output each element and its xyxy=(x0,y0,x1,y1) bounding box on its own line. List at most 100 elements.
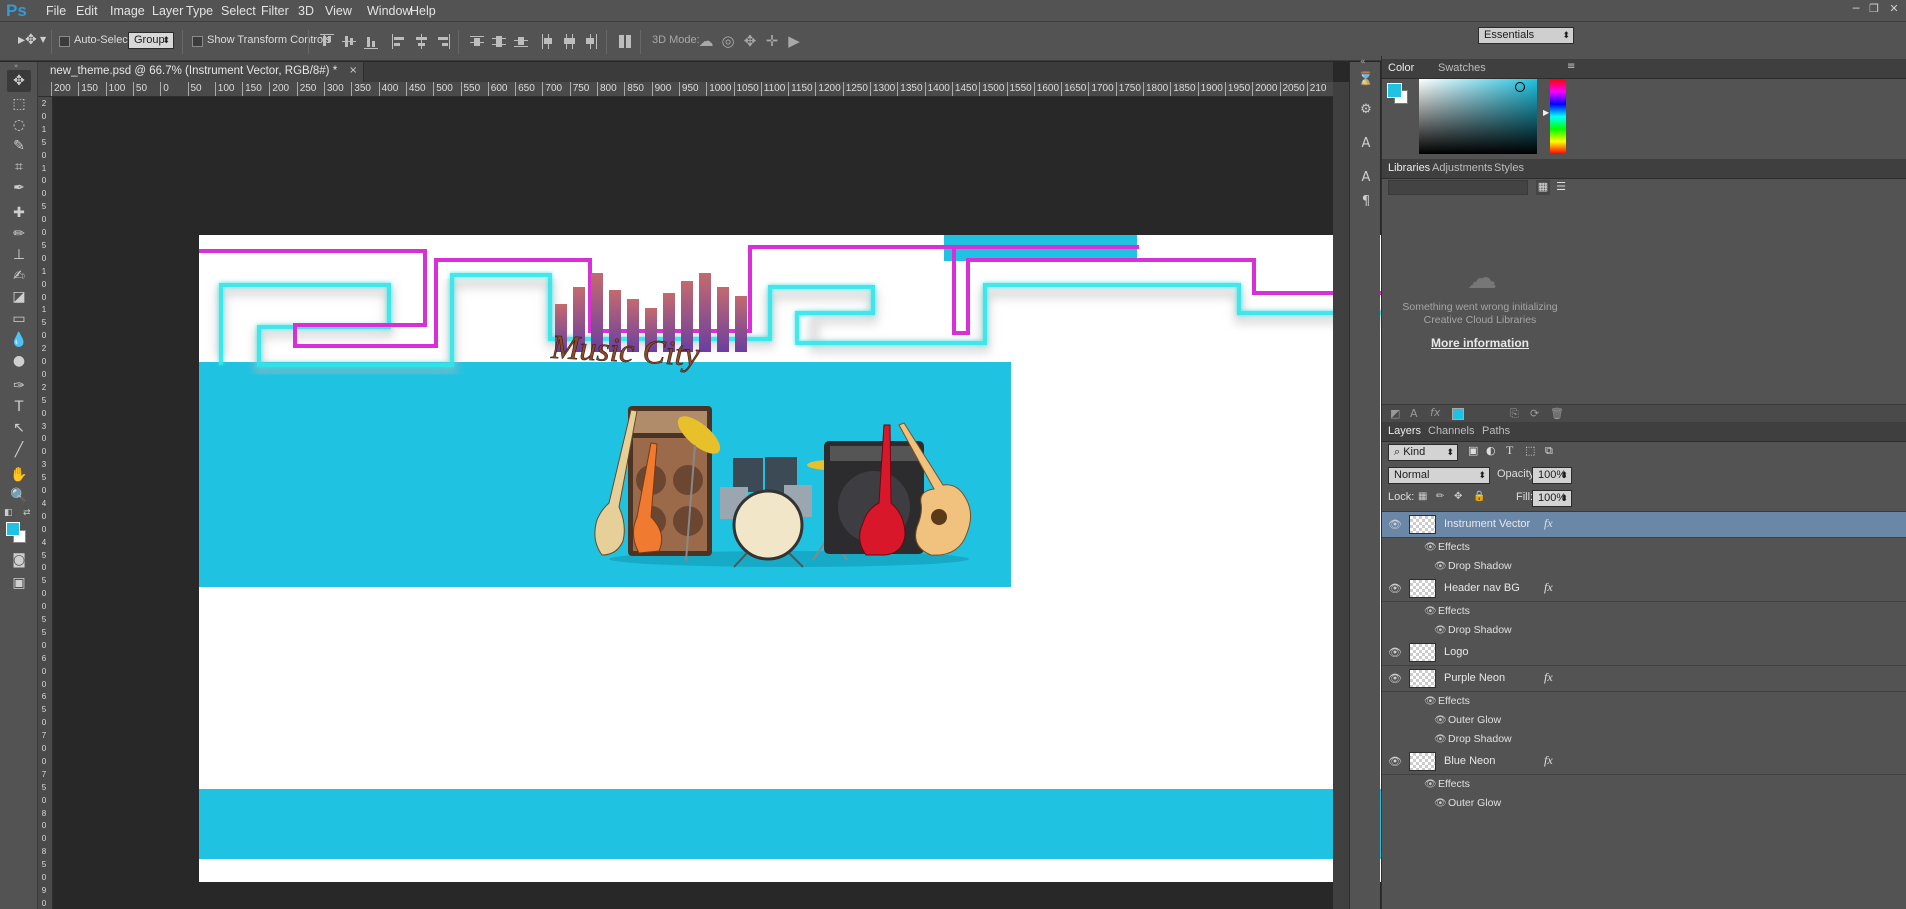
3d-drag-icon[interactable]: ✥ xyxy=(741,32,759,50)
list-view-icon[interactable]: ☰ xyxy=(1554,180,1568,195)
align-bottom-icon[interactable] xyxy=(364,34,378,49)
effects-eye-icon[interactable]: 👁 xyxy=(1424,779,1437,790)
opacity-input[interactable]: 100% xyxy=(1532,467,1572,484)
chevron-down-icon[interactable]: ▼ xyxy=(40,35,46,44)
add-graphic-icon[interactable]: ◩ xyxy=(1390,407,1400,420)
add-char-style-icon[interactable]: A xyxy=(1410,407,1418,420)
3d-rotate-icon[interactable]: ☁ xyxy=(697,32,715,50)
line-tool-icon[interactable]: ╱ xyxy=(7,439,31,461)
effect-eye-icon[interactable]: 👁 xyxy=(1434,798,1447,809)
effects-row[interactable]: 👁 Effects xyxy=(1382,692,1906,711)
menu-window[interactable]: Window xyxy=(367,0,411,22)
visibility-eye-icon[interactable]: 👁 xyxy=(1388,582,1402,595)
minimize-icon[interactable]: ─ xyxy=(1848,2,1864,16)
layer-row-purple-neon[interactable]: 👁 Purple Neon fx xyxy=(1382,666,1906,692)
char-style-icon[interactable]: A xyxy=(1356,168,1376,188)
effects-row[interactable]: 👁 Effects xyxy=(1382,538,1906,557)
menu-file[interactable]: File xyxy=(46,0,66,22)
grid-view-icon[interactable]: ▦ xyxy=(1536,180,1550,195)
brush-tool-icon[interactable]: ✏ xyxy=(7,223,31,245)
filter-smart-object-icon[interactable]: ⧉ xyxy=(1545,444,1553,458)
move-tool-preset-icon[interactable]: ▸✥ xyxy=(18,32,37,48)
filter-shape-icon[interactable]: ⬚ xyxy=(1525,444,1535,457)
document-canvas[interactable]: Music City xyxy=(199,235,1479,882)
type-tool-icon[interactable]: T xyxy=(7,396,31,418)
menu-help[interactable]: Help xyxy=(410,0,436,22)
close-icon[interactable]: ✕ xyxy=(1886,2,1902,16)
lock-all-icon[interactable]: 🔒 xyxy=(1473,491,1485,502)
color-picker-handle[interactable] xyxy=(1515,82,1525,92)
collapse-icon[interactable]: » xyxy=(14,62,18,70)
align-top-icon[interactable] xyxy=(320,34,334,49)
lock-transparent-icon[interactable]: ▦ xyxy=(1418,491,1427,502)
layer-row-header-nav-bg[interactable]: 👁 Header nav BG fx xyxy=(1382,576,1906,602)
tab-styles[interactable]: Styles xyxy=(1494,159,1524,177)
layer-row-logo[interactable]: 👁 Logo xyxy=(1382,640,1906,666)
effect-row[interactable]: 👁 Drop Shadow xyxy=(1382,557,1906,576)
menu-image[interactable]: Image xyxy=(110,0,145,22)
visibility-eye-icon[interactable]: 👁 xyxy=(1388,672,1402,685)
dodge-tool-icon[interactable]: ● xyxy=(7,350,31,372)
tab-paths[interactable]: Paths xyxy=(1482,422,1510,440)
color-field[interactable] xyxy=(1419,79,1537,154)
hue-slider[interactable] xyxy=(1550,79,1566,154)
properties-icon[interactable]: ⚙ xyxy=(1356,100,1376,120)
effect-row[interactable]: 👁 Outer Glow xyxy=(1382,794,1906,813)
eraser-tool-icon[interactable]: ◪ xyxy=(7,286,31,308)
fx-icon[interactable]: fx xyxy=(1544,580,1553,595)
layer-filter-kind[interactable]: ⌕ Kind xyxy=(1388,444,1458,461)
menu-type[interactable]: Type xyxy=(186,0,213,22)
menu-edit[interactable]: Edit xyxy=(76,0,98,22)
fx-icon[interactable]: fx xyxy=(1544,516,1553,531)
effect-row[interactable]: 👁 Outer Glow xyxy=(1382,711,1906,730)
lasso-tool-icon[interactable]: ◌ xyxy=(7,114,31,136)
effects-eye-icon[interactable]: 👁 xyxy=(1424,696,1437,707)
menu-layer[interactable]: Layer xyxy=(152,0,183,22)
effects-row[interactable]: 👁 Effects xyxy=(1382,775,1906,794)
crop-tool-icon[interactable]: ⌗ xyxy=(7,156,31,178)
tab-channels[interactable]: Channels xyxy=(1428,422,1474,440)
lock-position-icon[interactable]: ✥ xyxy=(1454,491,1462,502)
document-tab[interactable]: new_theme.psd @ 66.7% (Instrument Vector… xyxy=(38,62,364,82)
sync-icon[interactable]: ⟳ xyxy=(1530,407,1539,420)
menu-3d[interactable]: 3D xyxy=(298,0,314,22)
tab-swatches[interactable]: Swatches xyxy=(1438,59,1486,77)
effect-eye-icon[interactable]: 👁 xyxy=(1434,625,1447,636)
clone-stamp-tool-icon[interactable]: ⊥ xyxy=(7,244,31,266)
distribute-bottom-icon[interactable] xyxy=(514,34,528,49)
3d-scale-icon[interactable]: ▶ xyxy=(785,32,803,50)
tab-layers[interactable]: Layers xyxy=(1388,422,1421,440)
effects-eye-icon[interactable]: 👁 xyxy=(1424,542,1437,553)
color-fg-swatch[interactable] xyxy=(1387,83,1402,98)
tab-adjustments[interactable]: Adjustments xyxy=(1432,159,1493,177)
blend-mode-dropdown[interactable]: Normal xyxy=(1388,467,1490,484)
swap-colors-icon[interactable]: ⇄ xyxy=(23,508,31,518)
effect-eye-icon[interactable]: 👁 xyxy=(1434,561,1447,572)
align-vcenter-icon[interactable] xyxy=(342,34,356,49)
hand-tool-icon[interactable]: ✋ xyxy=(7,464,31,486)
more-information-link[interactable]: More information xyxy=(1385,336,1575,350)
pen-tool-icon[interactable]: ✑ xyxy=(7,375,31,397)
panel-menu-icon[interactable]: ≡ xyxy=(1567,61,1575,72)
auto-align-icon[interactable] xyxy=(618,34,632,49)
marquee-tool-icon[interactable]: ⬚ xyxy=(7,93,31,115)
menu-filter[interactable]: Filter xyxy=(261,0,289,22)
effect-row[interactable]: 👁 Drop Shadow xyxy=(1382,730,1906,749)
foreground-color-swatch[interactable] xyxy=(6,522,20,536)
filter-adjustment-icon[interactable]: ◐ xyxy=(1486,444,1496,457)
show-transform-checkbox[interactable] xyxy=(192,36,203,47)
auto-select-dropdown[interactable]: Group xyxy=(128,32,174,49)
history-brush-tool-icon[interactable]: ✍ xyxy=(7,265,31,287)
restore-icon[interactable]: ❐ xyxy=(1866,2,1882,16)
fill-input[interactable]: 100% xyxy=(1532,490,1572,507)
eyedropper-tool-icon[interactable]: ✒ xyxy=(7,177,31,199)
visibility-eye-icon[interactable]: 👁 xyxy=(1388,518,1402,531)
path-select-tool-icon[interactable]: ↖ xyxy=(7,417,31,439)
effect-eye-icon[interactable]: 👁 xyxy=(1434,715,1447,726)
healing-brush-tool-icon[interactable]: ✚ xyxy=(7,202,31,224)
visibility-eye-icon[interactable]: 👁 xyxy=(1388,646,1402,659)
distribute-top-icon[interactable] xyxy=(470,34,484,49)
distribute-hcenter-icon[interactable] xyxy=(562,34,576,49)
3d-slide-icon[interactable]: ✛ xyxy=(763,32,781,50)
move-tool-icon[interactable]: ✥ xyxy=(7,70,31,92)
